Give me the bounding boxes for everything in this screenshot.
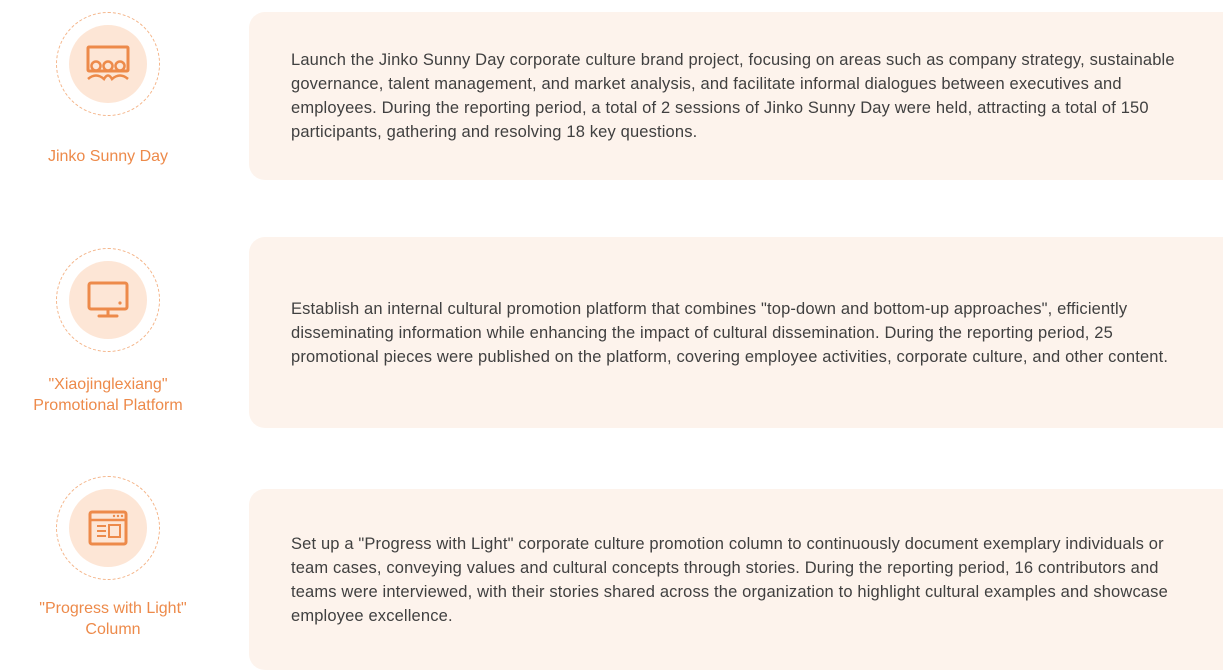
meeting-icon <box>69 25 147 103</box>
item-description-card: Establish an internal cultural promotion… <box>249 237 1223 428</box>
icon-circle <box>56 476 160 580</box>
monitor-icon <box>69 261 147 339</box>
browser-window-icon <box>69 489 147 567</box>
item-description: Set up a "Progress with Light" corporate… <box>291 534 1168 625</box>
item-description-card: Set up a "Progress with Light" corporate… <box>249 489 1223 670</box>
item-label: Jinko Sunny Day <box>47 148 169 165</box>
item-label: "Progress with Light" Column <box>39 600 187 638</box>
item-description: Launch the Jinko Sunny Day corporate cul… <box>291 51 1175 141</box>
item-description: Establish an internal cultural promotion… <box>291 299 1169 366</box>
icon-circle <box>56 12 160 116</box>
icon-circle <box>56 248 160 352</box>
item-description-card: Launch the Jinko Sunny Day corporate cul… <box>249 12 1223 180</box>
item-label: "Xiaojinglexiang" Promotional Platform <box>33 376 183 414</box>
